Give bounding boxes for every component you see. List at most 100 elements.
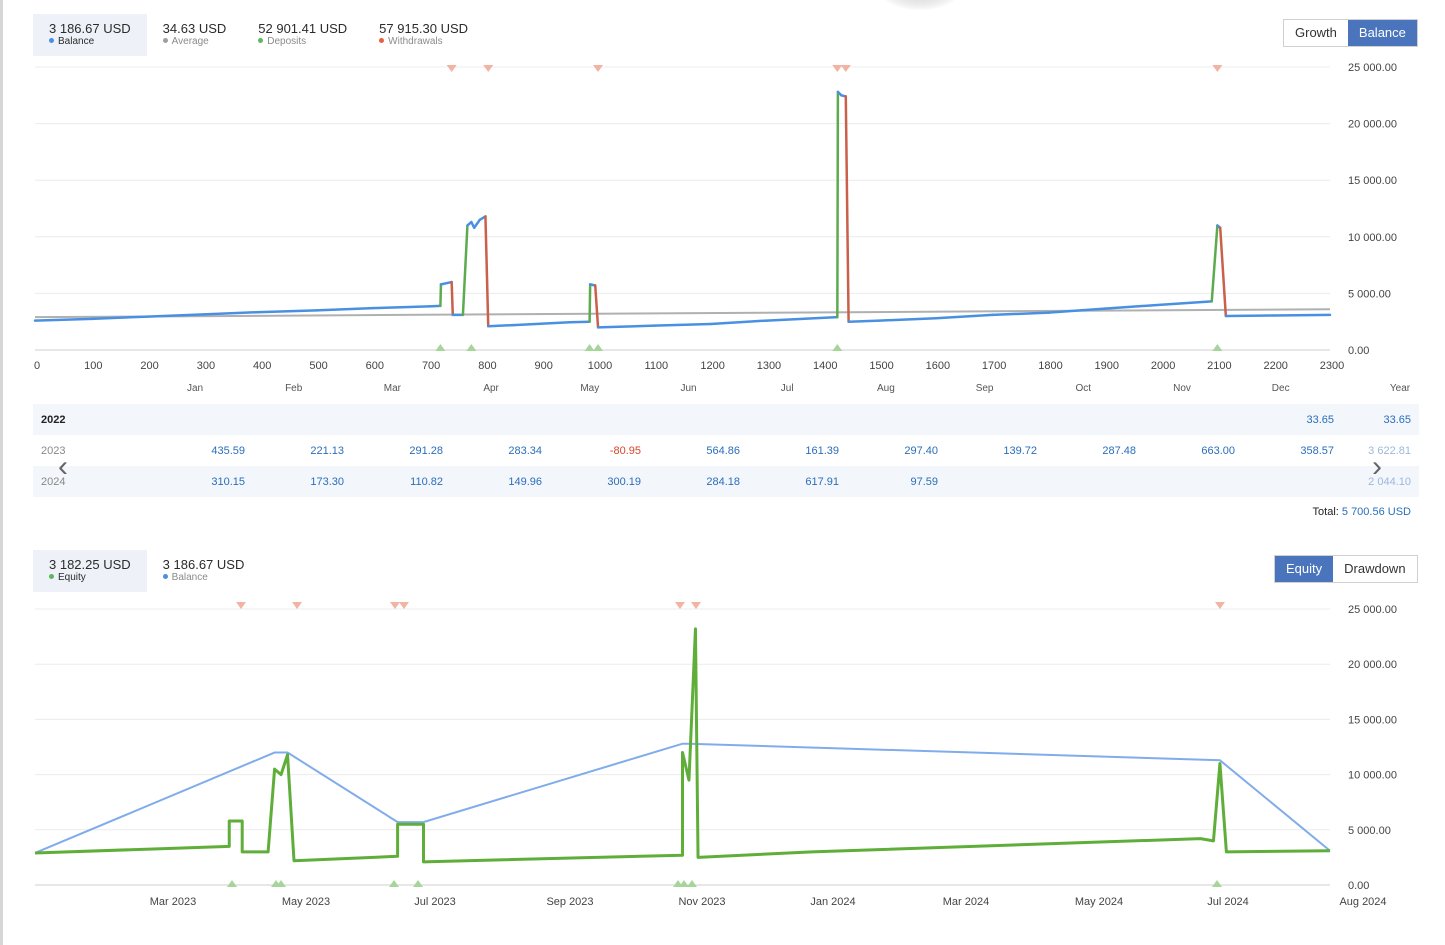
stat-equity[interactable]: 3 182.25 USD Equity	[33, 550, 147, 592]
y-tick-label: 25 000.00	[1348, 62, 1397, 74]
year-label: 2022	[41, 414, 66, 426]
balance-line-segment	[439, 280, 453, 286]
stat-deposits[interactable]: 52 901.41 USD Deposits	[242, 14, 363, 56]
withdrawal-marker-icon	[292, 602, 302, 609]
equity-button[interactable]: Equity	[1275, 556, 1334, 582]
balance-line-segment	[439, 283, 443, 308]
top-shadow-decoration	[880, 0, 960, 10]
month-label: Mar	[384, 383, 402, 394]
month-value-cell: 617.91	[805, 476, 839, 488]
x-tick-label: 1600	[926, 360, 950, 372]
stat-balance-2[interactable]: 3 186.67 USD Balance	[147, 550, 261, 592]
balance-line-segment	[568, 320, 591, 324]
x-tick-label: 500	[309, 360, 327, 372]
withdrawal-marker-icon	[446, 65, 457, 72]
month-value-cell: 173.30	[310, 476, 344, 488]
withdrawal-marker-icon	[1212, 65, 1223, 72]
y-tick-label: 10 000.00	[1348, 770, 1397, 782]
x-tick-label: 1300	[757, 360, 781, 372]
legend-dot-icon	[162, 38, 168, 43]
balance-button[interactable]: Balance	[1347, 20, 1417, 46]
withdrawal-marker-icon	[675, 602, 685, 609]
balance-line-segment	[1103, 303, 1163, 310]
x-tick-label: 100	[84, 360, 102, 372]
balance-line-segment	[1272, 313, 1332, 317]
x-tick-label: 1400	[813, 360, 837, 372]
balance-line-segment	[315, 306, 375, 312]
deposit-marker-icon	[389, 880, 399, 887]
balance-line-segment	[461, 224, 469, 317]
balance-line-segment	[472, 218, 482, 229]
total-value: 5 700.56 USD	[1341, 506, 1411, 518]
balance-line-segment	[596, 324, 656, 329]
month-value-cell: 33.65	[1306, 414, 1334, 426]
stat-balance[interactable]: 3 186.67 USD Balance	[33, 14, 147, 56]
x-tick-label: 2300	[1320, 360, 1344, 372]
next-chevron-icon[interactable]: ›	[1372, 452, 1382, 482]
balance-line-segment	[258, 309, 318, 314]
monthly-returns-table: 2022 33.65 33.65 2023 435.59 221.13 291.28 283…	[33, 404, 1419, 497]
balance-line-segment	[990, 311, 1050, 317]
deposit-marker-icon	[227, 880, 237, 887]
growth-button[interactable]: Growth	[1284, 20, 1348, 46]
x-tick-label: 900	[535, 360, 553, 372]
stat-value: 3 186.67 USD	[162, 557, 245, 572]
balance-line-segment	[709, 319, 769, 326]
table-row: 2022 33.65 33.65	[33, 404, 1419, 435]
x-tick-label: 800	[478, 360, 496, 372]
y-tick-label: 15 000.00	[1348, 175, 1397, 187]
x-tick-label: 400	[253, 360, 271, 372]
balance-line-segment	[836, 90, 840, 319]
y-tick-label: 25 000.00	[1348, 604, 1397, 616]
table-row: 2024 310.15 173.30 110.82 149.96 300.19 284.18…	[33, 466, 1419, 497]
balance-line-segment	[593, 284, 600, 329]
x-tick-label: Jan 2024	[810, 896, 855, 908]
balance-chart: 0.00 5 000.00 10 000.00 15 000.00 20 000.00 2…	[33, 62, 1411, 394]
stat-value: 52 901.41 USD	[258, 21, 348, 36]
y-tick-label: 0.00	[1348, 880, 1369, 892]
x-tick-label: 1100	[645, 360, 669, 372]
month-label: Jun	[680, 383, 696, 394]
deposit-marker-icon	[687, 880, 697, 887]
balance-line-segment	[653, 322, 712, 327]
stat-label: Withdrawals	[388, 36, 443, 47]
x-tick-label: 1700	[982, 360, 1006, 372]
month-label: Feb	[285, 383, 303, 394]
x-tick-label: 1500	[869, 360, 893, 372]
month-label: Year	[1390, 383, 1411, 394]
balance-line-segment	[588, 283, 592, 323]
month-value-cell: 221.13	[310, 445, 344, 457]
month-label: Nov	[1173, 383, 1191, 394]
month-value-cell: 300.19	[607, 476, 641, 488]
y-tick-label: 0.00	[1348, 345, 1369, 357]
month-value-cell: 284.18	[706, 476, 740, 488]
month-value-cell: 149.96	[508, 476, 542, 488]
balance-line-segment	[450, 280, 455, 317]
x-tick-label: May 2023	[282, 896, 330, 908]
x-tick-label: Jul 2024	[1207, 896, 1249, 908]
balance-line-segment	[371, 305, 431, 310]
balance-stats-bar: 3 186.67 USD Balance 34.63 USD Average 5…	[33, 14, 484, 56]
drawdown-button[interactable]: Drawdown	[1333, 556, 1417, 582]
x-tick-label: 1000	[588, 360, 612, 372]
prev-chevron-icon[interactable]: ‹	[58, 452, 68, 482]
total-profit: Total: 5 700.56 USD	[1313, 506, 1411, 518]
x-tick-label: Nov 2023	[678, 896, 725, 908]
balance-line-segment	[427, 304, 442, 308]
stat-withdrawals[interactable]: 57 915.30 USD Withdrawals	[363, 14, 484, 56]
stat-average[interactable]: 34.63 USD Average	[147, 14, 243, 56]
legend-dot-icon	[258, 38, 264, 43]
month-label: Aug	[877, 383, 895, 394]
y-tick-label: 20 000.00	[1348, 119, 1397, 131]
stat-label: Balance	[171, 572, 208, 583]
balance-line-segment	[487, 323, 515, 328]
stat-label: Balance	[58, 36, 95, 47]
x-tick-label: 600	[366, 360, 384, 372]
x-tick-label: Aug 2024	[1339, 896, 1386, 908]
withdrawal-marker-icon	[236, 602, 246, 609]
balance-line-segment	[934, 313, 994, 320]
legend-dot-icon	[49, 38, 54, 43]
month-value-cell: 110.82	[410, 476, 443, 488]
x-tick-label: 300	[197, 360, 215, 372]
deposit-marker-icon	[466, 344, 477, 351]
